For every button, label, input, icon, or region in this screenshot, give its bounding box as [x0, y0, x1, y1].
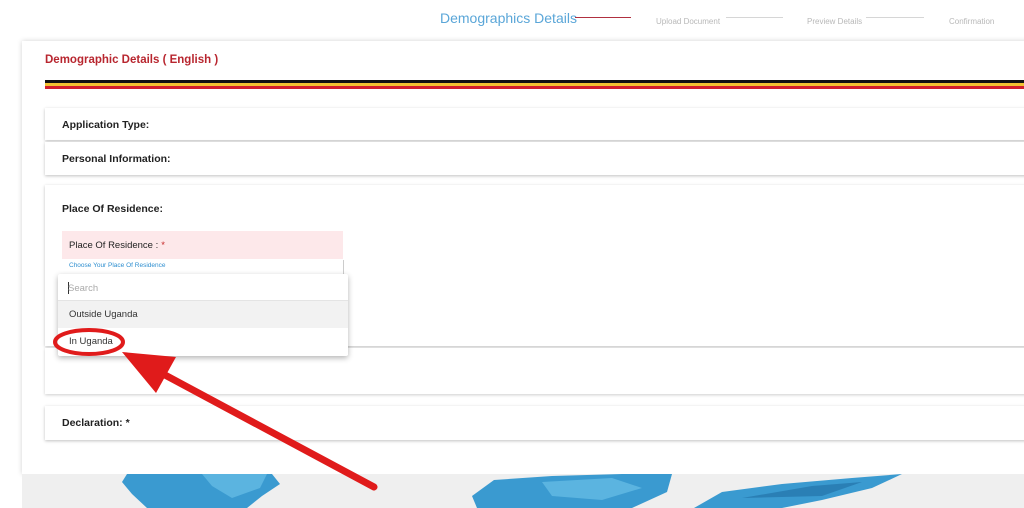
step-connector-active [575, 17, 631, 18]
personal-information-heading: Personal Information: [62, 153, 171, 165]
step-upload-document[interactable]: Upload Document [656, 17, 720, 26]
progress-stepper: Demographics Details Upload Document Pre… [0, 0, 1024, 40]
demographic-details-card: Demographic Details ( English ) Applicat… [22, 41, 1024, 474]
step-confirmation[interactable]: Confirmation [949, 17, 994, 26]
dropdown-search [58, 274, 348, 301]
residence-select-placeholder: Choose Your Place Of Residence [69, 262, 166, 269]
residence-label-text: Place Of Residence : [69, 240, 159, 251]
application-type-panel[interactable]: Application Type: [45, 108, 1024, 140]
uganda-flag-stripe [45, 80, 1024, 89]
option-outside-uganda[interactable]: Outside Uganda [58, 301, 348, 328]
application-type-heading: Application Type: [62, 119, 150, 131]
dropdown-search-input[interactable] [68, 281, 328, 295]
residence-select[interactable]: Choose Your Place Of Residence [62, 260, 344, 274]
declaration-heading: Declaration: * [62, 417, 130, 429]
residence-dropdown-menu: Outside Uganda In Uganda [58, 274, 348, 356]
option-label: Outside Uganda [69, 309, 138, 320]
step-connector [866, 17, 924, 18]
step-connector [726, 17, 783, 18]
flag-stripe-red [45, 86, 1024, 89]
step-demographics-details[interactable]: Demographics Details [440, 10, 577, 26]
residence-field-label-box: Place Of Residence : * [62, 231, 343, 259]
residence-field-label: Place Of Residence : * [69, 240, 165, 251]
place-of-residence-heading: Place Of Residence: [62, 203, 163, 215]
map-graphic [122, 474, 902, 508]
personal-information-panel[interactable]: Personal Information: [45, 142, 1024, 175]
declaration-panel[interactable]: Declaration: * [45, 406, 1024, 440]
required-asterisk: * [161, 240, 165, 251]
option-in-uganda[interactable]: In Uganda [58, 328, 348, 355]
step-preview-details[interactable]: Preview Details [807, 17, 862, 26]
map-background-image [22, 474, 1024, 508]
card-title: Demographic Details ( English ) [45, 54, 219, 66]
option-label: In Uganda [69, 336, 113, 347]
